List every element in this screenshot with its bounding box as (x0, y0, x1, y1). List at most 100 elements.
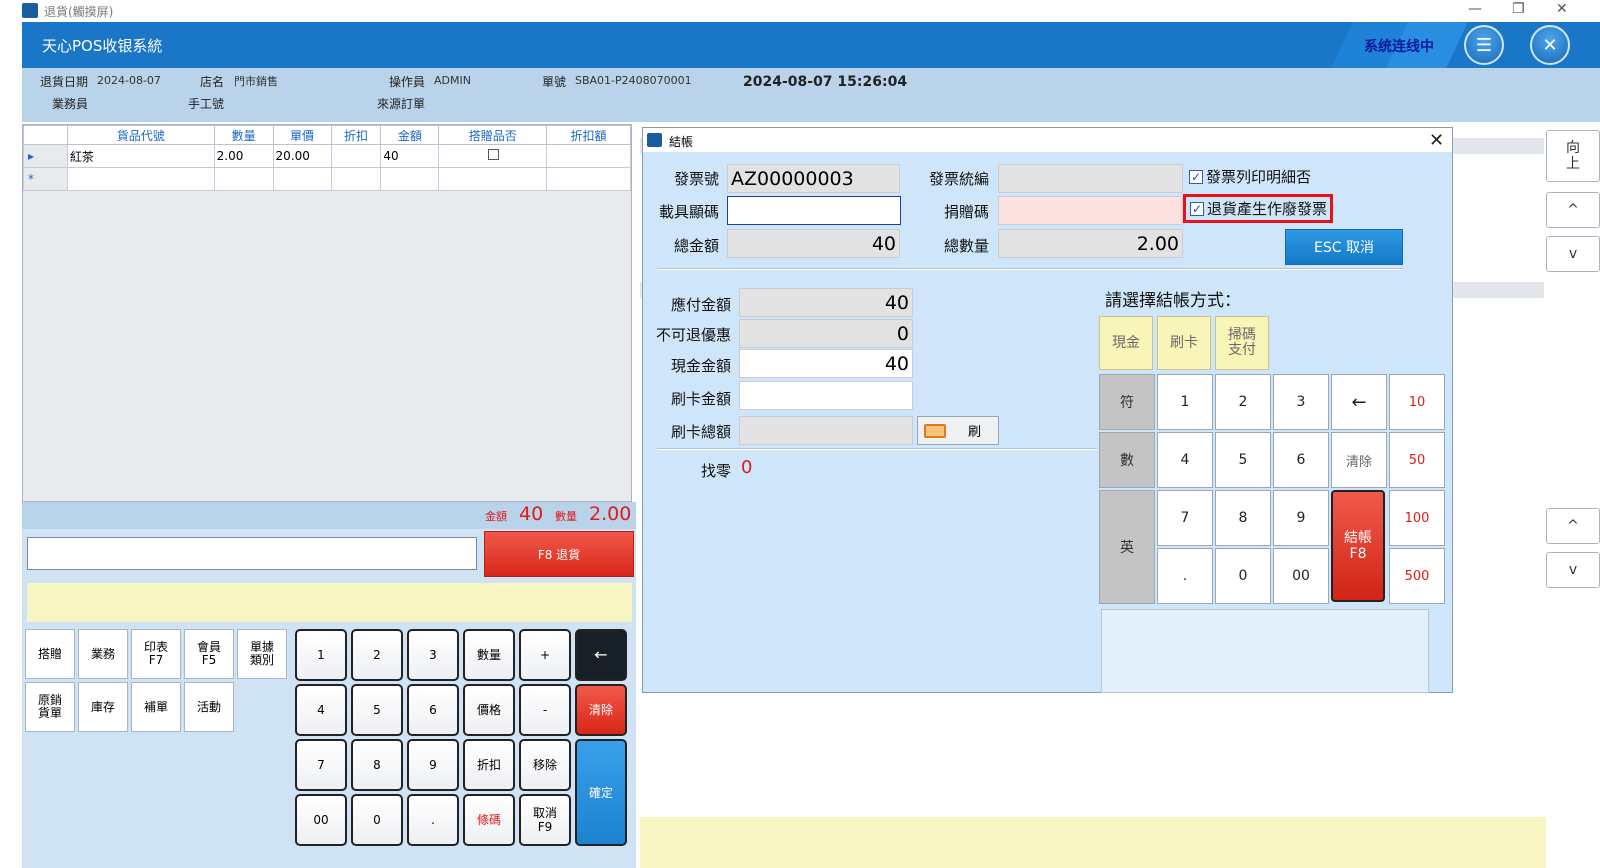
key-7[interactable]: 7 (295, 739, 347, 791)
discount-key[interactable]: 折扣 (463, 739, 515, 791)
restore-button[interactable]: ❐ (1512, 1, 1525, 17)
menu-button[interactable]: ☰ (1464, 25, 1504, 65)
carrier-input[interactable] (727, 196, 901, 225)
pad-key-6[interactable]: 6 (1273, 432, 1329, 488)
tax-id-field[interactable] (998, 164, 1183, 193)
preset-10-key[interactable]: 10 (1389, 374, 1445, 430)
key-8[interactable]: 8 (351, 739, 403, 791)
price-cell[interactable]: 20.00 (272, 144, 332, 168)
confirm-key[interactable]: 確定 (575, 739, 627, 846)
gift-cell[interactable] (438, 144, 548, 168)
grid-cell[interactable] (213, 167, 274, 191)
column-header[interactable]: 數量 (213, 125, 274, 145)
clear-key[interactable]: 清除 (575, 684, 627, 736)
grid-cell[interactable] (66, 167, 215, 191)
pad-key-dot[interactable]: . (1157, 548, 1213, 604)
english-mode-key[interactable]: 英 (1099, 490, 1155, 604)
pad-key-7[interactable]: 7 (1157, 490, 1213, 546)
inventory-button[interactable]: 庫存 (78, 682, 128, 732)
column-header[interactable]: 單價 (272, 125, 332, 145)
minimize-button[interactable]: — (1468, 1, 1482, 17)
print-detail-checkbox[interactable]: ✓ 發票列印明細否 (1189, 166, 1311, 187)
grid-cell[interactable] (272, 167, 332, 191)
preset-500-key[interactable]: 500 (1389, 548, 1445, 604)
qty-cell[interactable]: 2.00 (213, 144, 274, 168)
amount-cell[interactable]: 40 (380, 144, 440, 168)
key-00[interactable]: 00 (295, 794, 347, 846)
grid-cell[interactable] (380, 167, 440, 191)
pad-key-3[interactable]: 3 (1273, 374, 1329, 430)
page-down-button[interactable]: v (1546, 552, 1600, 588)
pad-key-0[interactable]: 0 (1215, 548, 1271, 604)
promotion-button[interactable]: 活動 (184, 682, 234, 732)
scroll-down-button[interactable]: v (1546, 236, 1600, 272)
item-code-cell[interactable]: 紅茶 (66, 144, 215, 168)
new-row[interactable]: * (23, 167, 631, 191)
column-header[interactable]: 搭贈品否 (438, 125, 548, 145)
pad-backspace-key[interactable]: ← (1331, 374, 1387, 430)
card-method-button[interactable]: 刷卡 (1157, 316, 1211, 370)
key-9[interactable]: 9 (407, 739, 459, 791)
quantity-key[interactable]: 數量 (463, 629, 515, 681)
key-3[interactable]: 3 (407, 629, 459, 681)
scan-pay-method-button[interactable]: 掃碼 支付 (1215, 316, 1269, 370)
key-5[interactable]: 5 (351, 684, 403, 736)
preset-100-key[interactable]: 100 (1389, 490, 1445, 546)
app-close-button[interactable]: ✕ (1530, 25, 1570, 65)
donate-code-input[interactable] (998, 196, 1183, 225)
scroll-up-button[interactable]: ^ (1546, 192, 1600, 228)
key-2[interactable]: 2 (351, 629, 403, 681)
print-f7-button[interactable]: 印表 F7 (131, 629, 181, 679)
barcode-input[interactable] (27, 537, 477, 570)
key-0[interactable]: 0 (351, 794, 403, 846)
pad-key-2[interactable]: 2 (1215, 374, 1271, 430)
item-grid[interactable]: 貨品代號 數量 單價 折扣 金額 搭贈品否 折扣額 ▸ 紅茶 2.00 20.0… (22, 124, 632, 502)
pad-key-00[interactable]: 00 (1273, 548, 1329, 604)
dialog-close-button[interactable]: ✕ (1429, 130, 1444, 151)
checkout-f8-button[interactable]: 結帳 F8 (1331, 490, 1385, 602)
esc-cancel-button[interactable]: ESC 取消 (1285, 229, 1403, 265)
pad-key-5[interactable]: 5 (1215, 432, 1271, 488)
grid-cell[interactable] (546, 167, 631, 191)
swipe-card-button[interactable]: 刷 (917, 416, 999, 445)
key-1[interactable]: 1 (295, 629, 347, 681)
document-type-button[interactable]: 單據 類別 (237, 629, 287, 679)
number-mode-key[interactable]: 數 (1099, 432, 1155, 488)
key-4[interactable]: 4 (295, 684, 347, 736)
key-6[interactable]: 6 (407, 684, 459, 736)
member-f5-button[interactable]: 會員 F5 (184, 629, 234, 679)
column-header[interactable]: 折扣 (330, 125, 382, 145)
backspace-key[interactable]: ← (575, 629, 627, 681)
pad-key-1[interactable]: 1 (1157, 374, 1213, 430)
window-close-button[interactable]: ✕ (1556, 1, 1568, 17)
minus-key[interactable]: - (519, 684, 571, 736)
cancel-f9-key[interactable]: 取消 F9 (519, 794, 571, 846)
key-dot[interactable]: . (407, 794, 459, 846)
invoice-no-field[interactable]: AZ00000003 (727, 164, 900, 193)
symbol-mode-key[interactable]: 符 (1099, 374, 1155, 430)
original-sale-button[interactable]: 原銷 貨單 (25, 682, 75, 732)
barcode-key[interactable]: 條碼 (463, 794, 515, 846)
card-amount-input[interactable] (739, 381, 913, 410)
supplement-order-button[interactable]: 補單 (131, 682, 181, 732)
scroll-top-button[interactable]: 向 上 (1546, 130, 1600, 182)
f8-return-button[interactable]: F8 退貨 (484, 531, 634, 577)
grid-cell[interactable] (438, 167, 548, 191)
gift-button[interactable]: 搭贈 (25, 629, 75, 679)
salesman-button[interactable]: 業務 (78, 629, 128, 679)
preset-50-key[interactable]: 50 (1389, 432, 1445, 488)
page-up-button[interactable]: ^ (1546, 508, 1600, 544)
table-row[interactable]: ▸ 紅茶 2.00 20.00 40 (23, 144, 631, 168)
cash-amount-input[interactable]: 40 (739, 349, 913, 378)
price-key[interactable]: 價格 (463, 684, 515, 736)
discount-cell[interactable] (330, 144, 382, 168)
column-header[interactable]: 貨品代號 (66, 125, 215, 145)
pad-key-4[interactable]: 4 (1157, 432, 1213, 488)
pad-clear-key[interactable]: 清除 (1331, 432, 1387, 488)
column-header[interactable]: 金額 (380, 125, 440, 145)
discount-amount-cell[interactable] (546, 144, 631, 168)
plus-key[interactable]: + (519, 629, 571, 681)
grid-cell[interactable] (330, 167, 382, 191)
pad-key-8[interactable]: 8 (1215, 490, 1271, 546)
void-invoice-checkbox[interactable]: ✓ 退貨產生作廢發票 (1183, 194, 1333, 223)
